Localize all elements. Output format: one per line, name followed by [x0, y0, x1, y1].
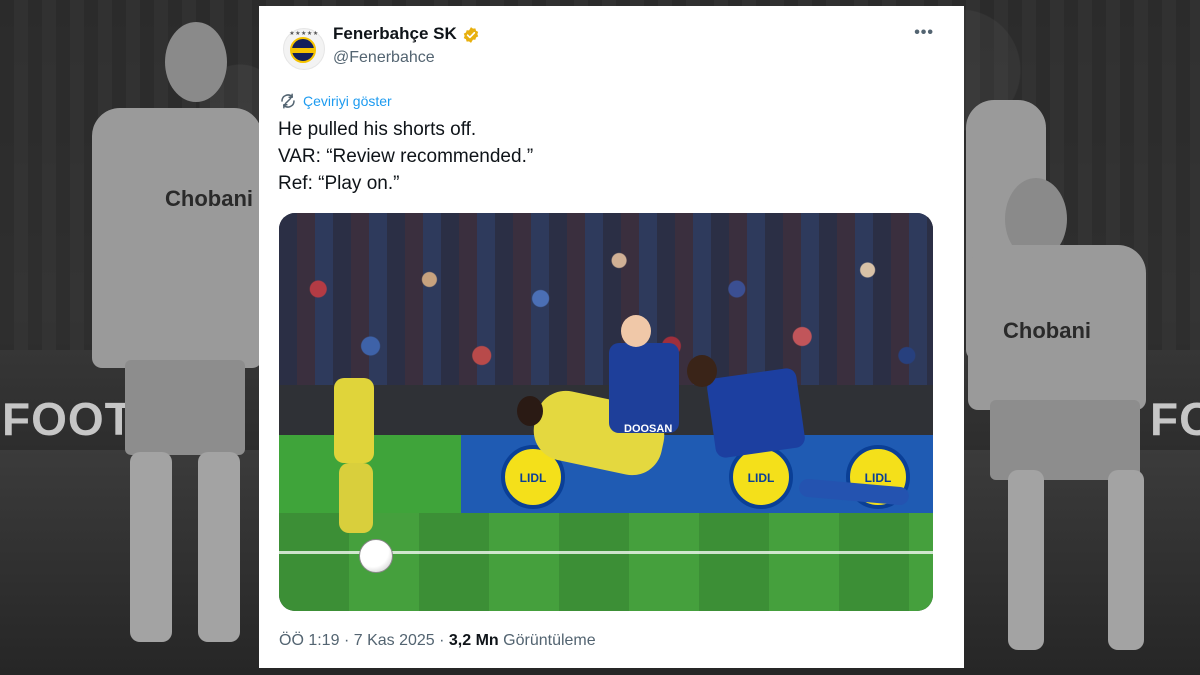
avatar-stars-icon: ★★★★★ [289, 31, 319, 37]
player-blue-red-2 [705, 367, 807, 459]
tweet-line: He pulled his shorts off. [278, 119, 477, 140]
player-yellow-background [334, 378, 374, 463]
tweet-line: Ref: “Play on.” [278, 173, 400, 194]
author-avatar[interactable]: ★★★★★ [283, 28, 325, 70]
translate-link[interactable]: Çeviriyi göster [279, 92, 392, 110]
tweet-meta: ÖÖ 1:19 · 7 Kas 2025 · 3,2 Mn Görüntülem… [279, 632, 596, 649]
tweet-text: He pulled his shorts off. VAR: “Review r… [278, 116, 533, 197]
background-sponsor-left: Chobani [165, 186, 253, 211]
views-label: Görüntüleme [503, 632, 596, 649]
tweet-card[interactable]: ★★★★★ Fenerbahçe SK @Fenerbahce ••• Çevi… [259, 6, 964, 668]
verified-badge-icon [463, 27, 479, 43]
photo-crowd [279, 213, 933, 403]
translate-label[interactable]: Çeviriyi göster [303, 93, 392, 109]
more-icon[interactable]: ••• [914, 24, 934, 42]
views-count: 3,2 Mn [448, 632, 499, 649]
tweet-date[interactable]: 7 Kas 2025 [354, 632, 435, 649]
background-sponsor-right: Chobani [1003, 318, 1091, 343]
tweet-line: VAR: “Review recommended.” [278, 146, 534, 167]
author-handle[interactable]: @Fenerbahce [333, 49, 435, 67]
tweet-photo[interactable]: LIDL LIDL LIDL DOOSAN [279, 213, 933, 611]
translate-icon [281, 93, 295, 109]
tweet-time[interactable]: ÖÖ 1:19 [279, 632, 339, 649]
player-blue-red-1 [609, 343, 679, 433]
kit-sponsor-text: DOOSAN [624, 423, 673, 435]
author-name[interactable]: Fenerbahçe SK [333, 24, 457, 44]
background-board-text-right: FOO [1150, 393, 1200, 445]
football [359, 539, 393, 573]
